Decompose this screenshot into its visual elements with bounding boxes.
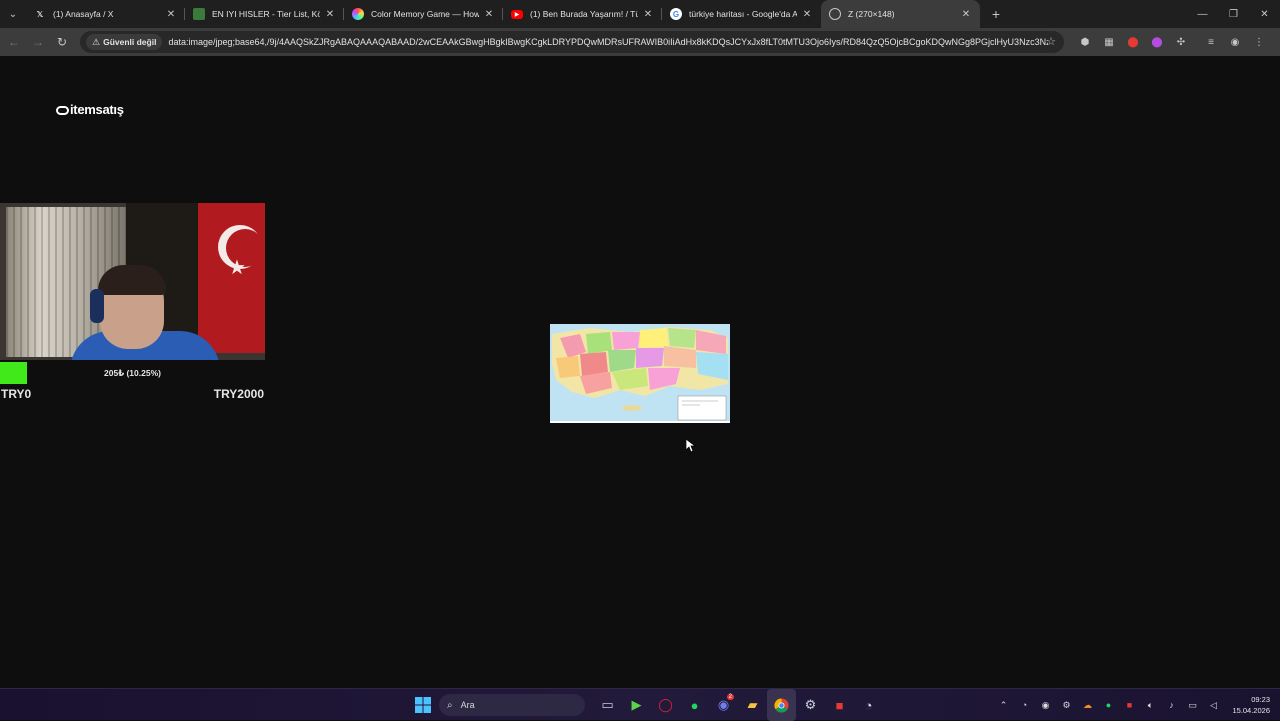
goal-min-label: TRY0 xyxy=(1,387,32,401)
back-arrow-icon[interactable]: ← xyxy=(2,30,26,54)
forward-arrow-icon[interactable]: → xyxy=(26,30,50,54)
tab-6-active[interactable]: Z (270×148) ✕ xyxy=(821,0,980,28)
tray-speaker-icon[interactable]: ◁ xyxy=(1203,700,1224,711)
mouse-cursor-icon xyxy=(686,439,696,453)
flag-star-icon: ★ xyxy=(228,257,246,279)
chrome-icon[interactable] xyxy=(767,689,796,721)
page-content: itemsatış ★ 205₺ (10.25%) TRY0 TRY2000 xyxy=(0,56,1280,688)
tab-2[interactable]: EN IYI HISLER - Tier List, Kör Sır ✕ xyxy=(185,0,344,28)
obs-icon[interactable]: ◔ xyxy=(854,689,883,721)
tray-steam-icon[interactable]: ⚙ xyxy=(1056,700,1077,711)
donation-goal-bar: 205₺ (10.25%) xyxy=(0,362,265,384)
tray-cloud-icon[interactable]: ☁ xyxy=(1077,700,1098,711)
security-chip[interactable]: ⚠ Güvenli değil xyxy=(86,34,163,50)
reload-icon[interactable]: ↻ xyxy=(50,30,74,54)
red-app-icon[interactable]: ■ xyxy=(825,689,854,721)
streamer-hair xyxy=(98,265,166,295)
tab-close-icon[interactable]: ✕ xyxy=(642,9,654,20)
extension-shield-icon[interactable]: ⬢ xyxy=(1073,30,1097,54)
google-icon: G xyxy=(670,8,682,20)
bookmark-star-icon[interactable]: ☆ xyxy=(1046,35,1056,48)
tab-title: türkiye haritası - Google'da Ara xyxy=(689,9,797,19)
tab-close-icon[interactable]: ✕ xyxy=(483,9,495,20)
streamer xyxy=(70,265,220,360)
profile-avatar-icon[interactable]: ◉ xyxy=(1223,30,1247,54)
discord-icon[interactable]: ◉ 2 xyxy=(709,689,738,721)
extensions-area: ⬢ ▦ ⬤ ⬤ ✣ ≡ ◉ ⋮ xyxy=(1073,28,1271,56)
browser-toolbar: ← → ↻ ⚠ Güvenli değil data:image/jpeg;ba… xyxy=(0,28,1280,56)
taskbar-center: ⌕ Ara ▭ ▶ ◯ ● ◉ 2 ▰ ⚙ ■ ◔ xyxy=(408,689,883,721)
globe-icon xyxy=(829,8,841,20)
tab-5[interactable]: G türkiye haritası - Google'da Ara ✕ xyxy=(662,0,821,28)
logo-text: itemsatış xyxy=(70,102,124,117)
search-placeholder: Ara xyxy=(460,700,475,710)
tab-close-icon[interactable]: ✕ xyxy=(165,9,177,20)
menu-kebab-icon[interactable]: ⋮ xyxy=(1247,30,1271,54)
tray-discord-icon[interactable]: ◉ xyxy=(1035,700,1056,711)
system-tray: ⌃ ◔ ◉ ⚙ ☁ ● ■ 🔈︎ ♪ ▭ ◁ xyxy=(993,689,1224,721)
headset-icon xyxy=(90,289,104,323)
restore-icon[interactable]: ❐ xyxy=(1218,0,1249,28)
tray-spotify-icon[interactable]: ● xyxy=(1098,700,1119,710)
tray-volume-icon[interactable]: 🔈︎ xyxy=(1140,700,1161,711)
warning-triangle-icon: ⚠ xyxy=(92,36,101,47)
clock-time: 09:23 xyxy=(1251,695,1270,704)
tray-red-app-icon[interactable]: ■ xyxy=(1119,700,1140,710)
security-label: Güvenli değil xyxy=(103,37,157,47)
extension-red-icon[interactable]: ⬤ xyxy=(1121,30,1145,54)
spotify-icon[interactable]: ● xyxy=(680,689,709,721)
turkey-map-graphic xyxy=(550,324,730,423)
tray-obs-icon[interactable]: ◔ xyxy=(1014,700,1035,710)
tray-network-icon[interactable]: ▭ xyxy=(1182,700,1203,711)
url-text[interactable]: data:image/jpeg;base64,/9j/4AAQSkZJRgABA… xyxy=(168,37,1048,47)
goal-max-label: TRY2000 xyxy=(213,387,264,401)
tab-title: EN IYI HISLER - Tier List, Kör Sır xyxy=(212,9,320,19)
extension-purple-icon[interactable]: ⬤ xyxy=(1145,30,1169,54)
tab-1[interactable]: 𝕏 (1) Anasayfa / X ✕ xyxy=(26,0,185,28)
address-bar[interactable]: ⚠ Güvenli değil data:image/jpeg;base64,/… xyxy=(80,31,1064,53)
youtube-icon: ▶ xyxy=(511,9,523,19)
taskbar-search[interactable]: ⌕ Ara xyxy=(439,694,585,716)
taskbar-clock[interactable]: 09:23 15.04.2026 xyxy=(1232,694,1270,716)
opera-icon[interactable]: ◯ xyxy=(651,689,680,721)
tab-4[interactable]: ▶ (1) Ben Burada Yaşarım! / Türki ✕ xyxy=(503,0,662,28)
tab-title: Color Memory Game — How W xyxy=(371,9,479,19)
tray-microphone-icon[interactable]: ♪ xyxy=(1161,700,1182,710)
tab-title: Z (270×148) xyxy=(848,9,895,19)
tab-3[interactable]: Color Memory Game — How W ✕ xyxy=(344,0,503,28)
new-tab-button[interactable]: + xyxy=(984,0,1008,28)
tab-close-icon[interactable]: ✕ xyxy=(324,9,336,20)
task-view-icon[interactable]: ▭ xyxy=(593,689,622,721)
search-icon: ⌕ xyxy=(447,699,453,711)
tray-chevron-up-icon[interactable]: ⌃ xyxy=(993,700,1014,711)
tab-close-icon[interactable]: ✕ xyxy=(960,9,972,20)
donation-goal-label: 205₺ (10.25%) xyxy=(104,368,161,378)
tierlist-icon xyxy=(193,8,205,20)
app-green-arrow-icon[interactable]: ▶ xyxy=(622,689,651,721)
itemsatis-logo: itemsatış xyxy=(56,102,124,117)
tab-title: (1) Ben Burada Yaşarım! / Türki xyxy=(530,9,638,19)
tab-close-icon[interactable]: ✕ xyxy=(801,9,813,20)
logo-mark-icon xyxy=(56,106,69,115)
close-window-icon[interactable]: ✕ xyxy=(1249,0,1280,28)
window-controls: — ❐ ✕ xyxy=(1187,0,1280,28)
media-control-icon[interactable]: ≡ xyxy=(1199,30,1223,54)
windows-taskbar: ⌕ Ara ▭ ▶ ◯ ● ◉ 2 ▰ ⚙ ■ ◔ ⌃ ◔ ◉ ⚙ ☁ ● ■ 🔈… xyxy=(0,688,1280,721)
steam-icon[interactable]: ⚙ xyxy=(796,689,825,721)
windows-start-icon[interactable] xyxy=(408,689,437,721)
discord-badge: 2 xyxy=(726,694,734,700)
tab-strip: ⌄ 𝕏 (1) Anasayfa / X ✕ EN IYI HISLER - T… xyxy=(0,0,1280,28)
x-logo-icon: 𝕏 xyxy=(36,9,44,19)
tab-title: (1) Anasayfa / X xyxy=(53,9,114,19)
extension-grid-icon[interactable]: ▦ xyxy=(1097,30,1121,54)
tab-search-chevron-icon[interactable]: ⌄ xyxy=(0,0,26,28)
file-explorer-icon[interactable]: ▰ xyxy=(738,689,767,721)
turkey-map-image[interactable] xyxy=(550,324,730,423)
extensions-puzzle-icon[interactable]: ✣ xyxy=(1169,30,1193,54)
clock-date: 15.04.2026 xyxy=(1232,706,1270,715)
color-wheel-icon xyxy=(352,8,364,20)
webcam-overlay: ★ xyxy=(0,203,265,360)
minimize-icon[interactable]: — xyxy=(1187,0,1218,28)
